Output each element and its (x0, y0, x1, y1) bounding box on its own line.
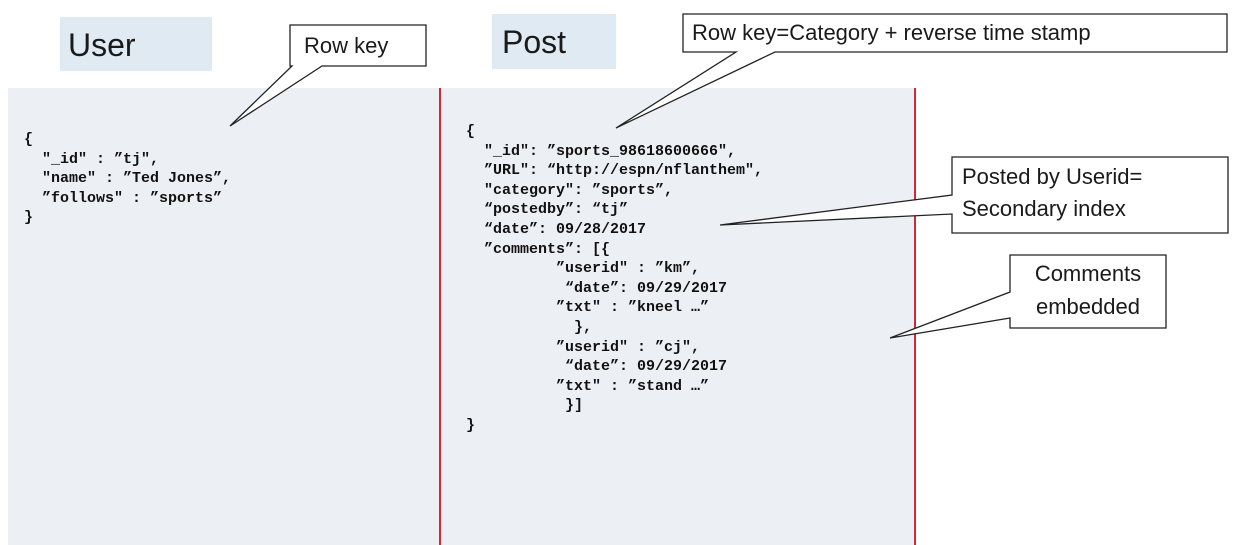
panel-divider-right (914, 88, 916, 545)
user-json-document: { "_id" : ”tj", "name" : ”Ted Jones”, ”f… (24, 131, 232, 227)
post-title: Post (502, 24, 567, 60)
row-key-callout-text: Row key (304, 33, 389, 58)
comments-callout-line-2: embedded (1036, 294, 1140, 319)
panel-divider-left (439, 88, 441, 545)
comments-callout-line-1: Comments (1034, 261, 1142, 286)
posted-by-callout-line-2: Secondary index (962, 196, 1126, 221)
user-title: User (68, 27, 136, 63)
post-json-document: { "_id": ”sports_98618600666", ”URL": “h… (466, 123, 764, 434)
post-row-key-callout-text: Row key=Category + reverse time stamp (692, 20, 1091, 45)
posted-by-callout-line-1: Posted by Userid= (962, 164, 1143, 189)
